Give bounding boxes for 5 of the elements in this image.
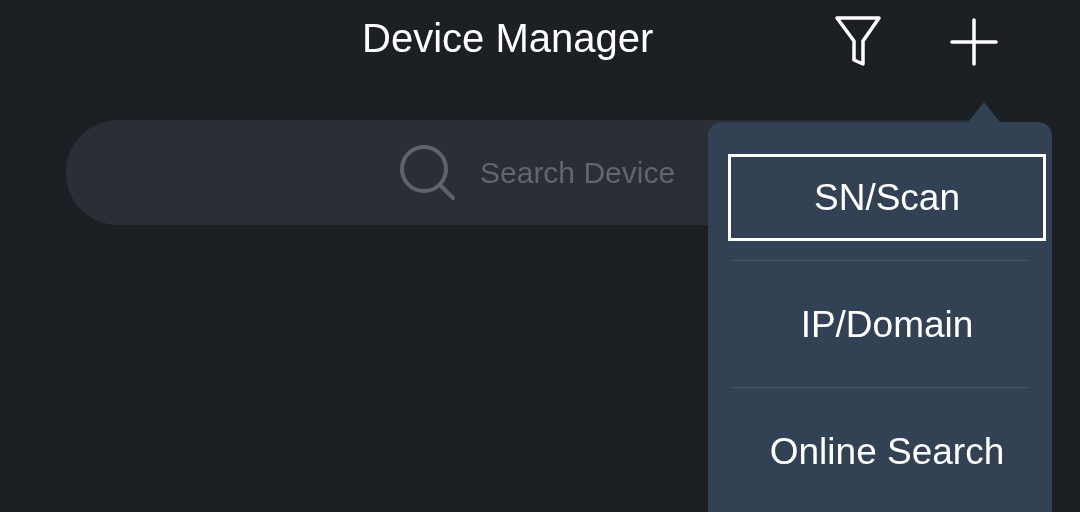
menu-item[interactable]: Online Search — [728, 408, 1046, 495]
menu-item[interactable]: SN/Scan — [728, 154, 1046, 241]
page-title: Device Manager — [362, 16, 654, 61]
menu-item[interactable]: IP/Domain — [728, 281, 1046, 368]
add-icon[interactable] — [948, 16, 1000, 68]
